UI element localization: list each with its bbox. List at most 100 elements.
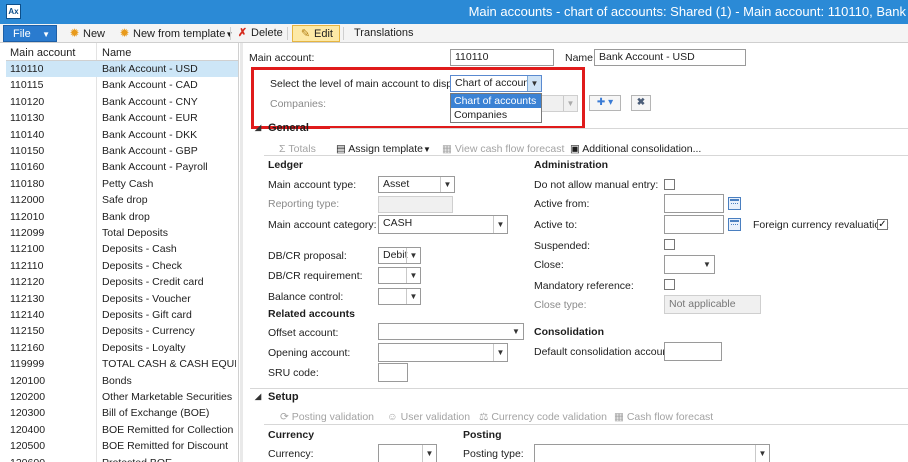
main-account-cell: 110150 <box>10 145 45 157</box>
consolidation-group-title: Consolidation <box>534 326 604 338</box>
main-account-cell: 110140 <box>10 128 45 141</box>
totals-button[interactable]: Σ Totals <box>279 143 316 155</box>
suspended-label: Suspended: <box>534 240 591 252</box>
mandatory-reference-checkbox[interactable] <box>664 279 675 290</box>
sru-code-field[interactable] <box>378 363 408 382</box>
table-row[interactable]: 110140 Bank Account - DKK <box>6 127 238 143</box>
table-row[interactable]: 110130 Bank Account - EUR <box>6 110 238 126</box>
account-name-cell: Petty Cash <box>102 177 154 190</box>
posting-type-select[interactable]: ▼ <box>534 444 770 462</box>
active-from-field[interactable] <box>664 194 724 213</box>
main-account-type-select[interactable]: Asset ▼ <box>378 176 455 193</box>
name-field[interactable]: Bank Account - USD <box>594 49 746 66</box>
active-to-field[interactable] <box>664 215 724 234</box>
table-row[interactable]: 110180 Petty Cash <box>6 176 238 192</box>
table-row[interactable]: 120600 Protested BOE <box>6 455 238 462</box>
table-row[interactable]: 120100 Bonds <box>6 373 238 389</box>
no-manual-entry-checkbox[interactable] <box>664 179 675 190</box>
main-account-field[interactable]: 110110 <box>450 49 554 66</box>
main-account-cell: 120500 <box>10 440 46 453</box>
main-account-label: Main account: <box>249 52 315 64</box>
user-validation-button[interactable]: ☺ User validation <box>387 411 470 423</box>
dbcr-proposal-select[interactable]: Debit ▼ <box>378 247 421 264</box>
table-row[interactable]: 112120 Deposits - Credit card <box>6 274 238 290</box>
table-row[interactable]: 110110 Bank Account - USD <box>6 61 238 78</box>
related-accounts-group-title: Related accounts <box>268 308 355 320</box>
general-section-header[interactable]: ◢ General <box>250 121 908 137</box>
calendar-icon[interactable] <box>728 218 741 231</box>
table-row[interactable]: 110150 Bank Account - GBP <box>6 143 238 159</box>
name-label: Name: <box>565 52 596 64</box>
table-row[interactable]: 120400 BOE Remitted for Collection <box>6 422 238 438</box>
fx-revaluation-checkbox[interactable]: ✓ <box>877 219 888 230</box>
currency-code-validation-button[interactable]: ⚖ Currency code validation <box>479 411 607 423</box>
chevron-down-icon: ▼ <box>493 216 507 233</box>
table-row[interactable]: 110120 Bank Account - CNY <box>6 94 238 110</box>
assign-template-button[interactable]: ▤ Assign template▼ <box>336 143 431 155</box>
main-account-category-value: CASH <box>383 217 413 229</box>
table-row[interactable]: 110115 Bank Account - CAD <box>6 77 238 93</box>
collapse-triangle-icon: ◢ <box>255 392 262 401</box>
level-option-chart-of-accounts[interactable]: Chart of accounts <box>451 94 541 108</box>
administration-group-title: Administration <box>534 159 609 171</box>
table-row[interactable]: 119999 TOTAL CASH & CASH EQUIVA <box>6 356 238 372</box>
account-name-cell: Total Deposits <box>102 227 168 239</box>
balance-control-select[interactable]: ▼ <box>378 288 421 305</box>
main-account-cell: 112100 <box>10 243 45 256</box>
suspended-checkbox[interactable] <box>664 239 675 250</box>
account-name-cell: Safe drop <box>102 194 148 207</box>
new-from-template-button[interactable]: ✹New from template▼ <box>118 25 233 42</box>
table-row[interactable]: 112140 Deposits - Gift card <box>6 307 238 323</box>
remove-company-button[interactable]: ✖ <box>631 95 651 111</box>
pane-splitter[interactable] <box>240 43 243 462</box>
table-row[interactable]: 110160 Bank Account - Payroll <box>6 159 238 175</box>
edit-button[interactable]: ✎ Edit <box>292 25 340 42</box>
additional-consolidation-button[interactable]: ▣ Additional consolidation... <box>570 143 701 155</box>
reporting-type-field[interactable] <box>378 196 453 213</box>
table-row[interactable]: 112100 Deposits - Cash <box>6 241 238 257</box>
main-account-cell: 110110 <box>10 63 44 75</box>
table-row[interactable]: 112000 Safe drop <box>6 192 238 208</box>
add-company-button[interactable]: ✚ ▾ <box>589 95 621 111</box>
cash-flow-forecast-button[interactable]: ▦ Cash flow forecast <box>614 411 713 423</box>
table-row[interactable]: 112010 Bank drop <box>6 209 238 225</box>
delete-button[interactable]: ✗ Delete <box>236 25 283 42</box>
main-account-cell: 112000 <box>10 194 45 207</box>
table-row[interactable]: 112150 Deposits - Currency <box>6 323 238 339</box>
column-header-name[interactable]: Name <box>102 47 131 59</box>
table-row[interactable]: 112099 Total Deposits <box>6 225 238 241</box>
translations-button[interactable]: Translations <box>354 25 414 42</box>
close-label: Close: <box>534 259 564 271</box>
table-row[interactable]: 120300 Bill of Exchange (BOE) <box>6 405 238 421</box>
dbcr-proposal-label: DB/CR proposal: <box>268 250 347 262</box>
chevron-down-icon: ▼ <box>563 96 577 111</box>
toolbar-divider <box>230 27 231 40</box>
currency-select[interactable]: ▼ <box>378 444 437 462</box>
opening-account-select[interactable]: ▼ <box>378 343 508 362</box>
dbcr-requirement-select[interactable]: ▼ <box>378 267 421 284</box>
level-select[interactable]: Chart of accounts ▼ <box>450 75 542 92</box>
table-row[interactable]: 112130 Deposits - Voucher <box>6 291 238 307</box>
close-select[interactable]: ▼ <box>664 255 715 274</box>
currency-code-validation-label: Currency code validation <box>491 411 607 423</box>
default-consolidation-field[interactable] <box>664 342 722 361</box>
level-option-companies[interactable]: Companies <box>451 108 541 122</box>
new-button[interactable]: ✹ New <box>68 25 105 42</box>
view-cash-flow-forecast-button[interactable]: ▦ View cash flow forecast <box>442 143 564 155</box>
setup-section-header[interactable]: ◢ Setup <box>250 390 908 406</box>
table-row[interactable]: 112110 Deposits - Check <box>6 258 238 274</box>
calendar-icon[interactable] <box>728 197 741 210</box>
posting-validation-button[interactable]: ⟳ Posting validation <box>280 411 374 423</box>
table-row[interactable]: 112160 Deposits - Loyalty <box>6 340 238 356</box>
currency-icon: ⚖ <box>479 411 492 423</box>
main-account-category-select[interactable]: CASH ▼ <box>378 215 508 234</box>
chevron-down-icon[interactable]: ▼ <box>527 76 541 91</box>
offset-account-select[interactable]: ▼ <box>378 323 524 340</box>
table-row[interactable]: 120200 Other Marketable Securities <box>6 389 238 405</box>
cash-flow-icon: ▦ <box>442 143 455 155</box>
section-divider <box>250 388 908 389</box>
file-menu-button[interactable]: File ▼ <box>3 25 57 42</box>
account-name-cell: BOE Remitted for Discount <box>102 440 229 453</box>
column-header-main-account[interactable]: Main account <box>10 47 75 59</box>
table-row[interactable]: 120500 BOE Remitted for Discount <box>6 438 238 454</box>
